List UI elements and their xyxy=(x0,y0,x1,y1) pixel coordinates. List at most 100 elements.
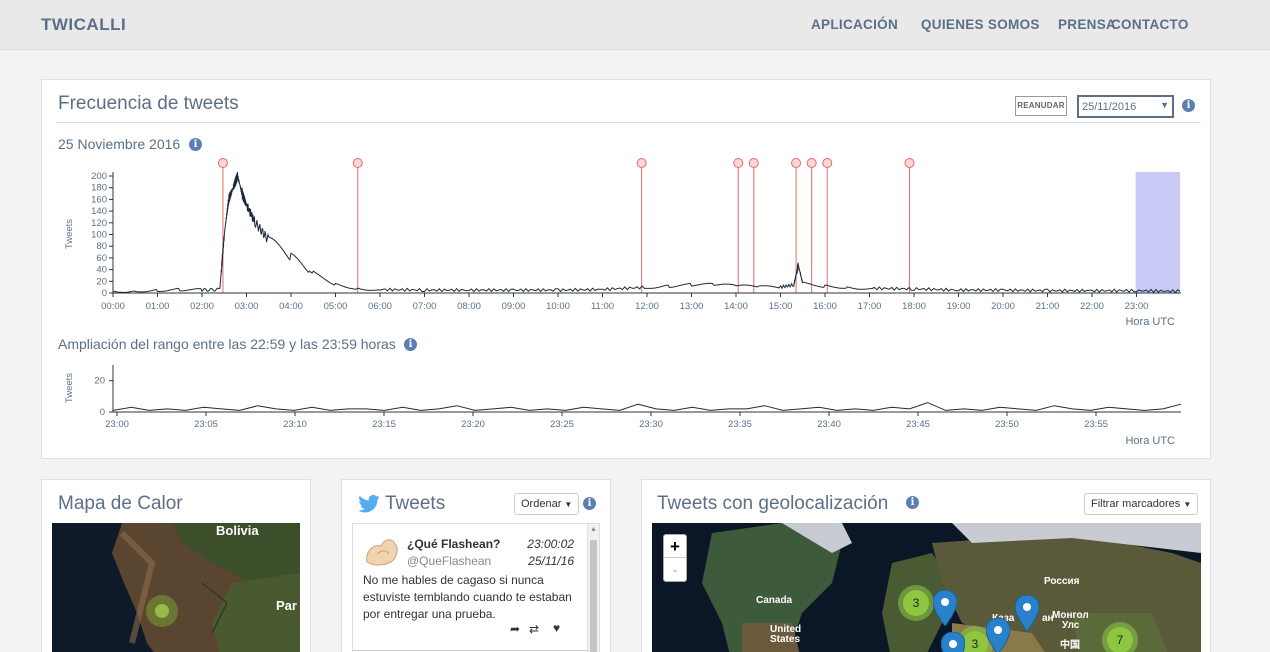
x-tick-label: 22:00 xyxy=(1080,301,1104,312)
x-tick-label: 23:10 xyxy=(283,419,307,430)
marker-cluster[interactable]: 3 xyxy=(898,585,934,621)
map-pin-icon[interactable] xyxy=(986,618,1010,652)
y-tick-label: 180 xyxy=(91,183,107,194)
retweet-icon[interactable]: ⇄ xyxy=(529,622,539,636)
cluster-count: 3 xyxy=(962,631,988,652)
info-icon[interactable]: i xyxy=(1182,99,1195,112)
x-tick-label: 01:00 xyxy=(146,301,170,312)
tweet-author-name[interactable]: ¿Qué Flashean? xyxy=(407,537,500,551)
frequency-panel: Frecuencia de tweets REANUDAR 25/11/2016… xyxy=(41,79,1211,459)
map-label-canada: Canada xyxy=(756,595,793,606)
nav-link-quienes-somos[interactable]: QUIENES SOMOS xyxy=(921,17,1040,32)
series-line xyxy=(112,172,1181,294)
x-tick-label: 07:00 xyxy=(413,301,437,312)
y-axis-label: Tweets xyxy=(64,373,75,403)
event-marker-dot xyxy=(748,158,759,168)
nav-link-prensa[interactable]: PRENSA xyxy=(1058,17,1116,32)
x-tick-label: 23:05 xyxy=(194,419,218,430)
y-tick-label: 80 xyxy=(96,241,107,252)
x-tick-label: 23:15 xyxy=(372,419,396,430)
frequency-title: Frecuencia de tweets xyxy=(58,93,239,114)
map-label-states: States xyxy=(770,634,801,645)
heatmap-panel: Mapa de Calor Bolivia Par xyxy=(41,479,311,652)
x-tick-label: 23:40 xyxy=(817,419,841,430)
event-marker-dot xyxy=(733,158,744,168)
filter-markers-dropdown[interactable]: Filtrar marcadores ▼ xyxy=(1084,493,1199,515)
map-pin-icon[interactable] xyxy=(933,590,957,626)
x-tick-label: 02:00 xyxy=(190,301,214,312)
y-tick-label: 0 xyxy=(100,407,105,418)
y-tick-label: 20 xyxy=(96,276,107,287)
zoom-in-button[interactable]: + xyxy=(664,535,686,558)
event-marker-dot xyxy=(791,158,802,168)
tweets-panel: Tweets Ordenar ▼ i ▲ ¿Qué Flashean? @Que… xyxy=(341,479,611,652)
scroll-up-icon[interactable]: ▲ xyxy=(590,526,597,533)
map-pin-icon[interactable] xyxy=(1015,595,1039,631)
x-tick-label: 09:00 xyxy=(502,301,526,312)
info-icon[interactable]: i xyxy=(583,497,596,510)
x-tick-label: 04:00 xyxy=(279,301,303,312)
x-tick-label: 21:00 xyxy=(1036,301,1060,312)
event-marker-dot xyxy=(636,158,647,168)
x-tick-label: 23:50 xyxy=(995,419,1019,430)
scrollbar[interactable]: ▲ xyxy=(587,524,599,652)
x-tick-label: 11:00 xyxy=(591,301,614,312)
tweet-divider xyxy=(353,650,589,651)
y-tick-label: 120 xyxy=(91,218,107,229)
brand-logo[interactable]: TWICALLI xyxy=(41,15,126,35)
y-tick-label: 40 xyxy=(96,265,107,276)
marker-cluster[interactable]: 7 xyxy=(1102,622,1138,652)
info-icon[interactable]: i xyxy=(404,338,417,351)
zoom-range-title: Ampliación del rango entre las 22:59 y l… xyxy=(58,336,396,352)
y-axis-label: Tweets xyxy=(64,219,75,249)
x-tick-label: 15:00 xyxy=(769,301,793,312)
x-tick-label: 23:00 xyxy=(1125,301,1149,312)
geo-map[interactable]: + - Россия Canada United States Монгол У… xyxy=(652,523,1201,652)
y-tick-label: 200 xyxy=(91,171,107,182)
x-tick-label: 23:30 xyxy=(639,419,663,430)
scroll-thumb[interactable] xyxy=(590,540,597,652)
map-label-russia: Россия xyxy=(1044,576,1080,587)
resume-button[interactable]: REANUDAR xyxy=(1015,96,1067,116)
map-label-bolivia: Bolivia xyxy=(216,523,259,538)
zoom-range-chart[interactable]: 0 20 23:00 23:05 23:10 23:15 23:20 23:25 23:30 23… xyxy=(42,355,1210,455)
info-icon[interactable]: i xyxy=(906,496,919,509)
x-tick-label: 23:55 xyxy=(1084,419,1108,430)
heatmap-terrain xyxy=(52,523,300,652)
x-tick-label: 10:00 xyxy=(546,301,570,312)
map-label-paraguay: Par xyxy=(276,598,297,613)
like-icon[interactable]: ♥ xyxy=(553,621,560,635)
tweet-date: 25/11/16 xyxy=(528,554,574,568)
nav-link-aplicacion[interactable]: APLICACIÓN xyxy=(811,17,898,32)
x-tick-label: 03:00 xyxy=(235,301,259,312)
cluster-count: 3 xyxy=(903,590,929,616)
reply-icon[interactable]: ➦ xyxy=(510,622,520,636)
nav-link-contacto[interactable]: CONTACTO xyxy=(1111,17,1189,32)
y-tick-label: 140 xyxy=(91,206,107,217)
date-picker[interactable]: 25/11/2016 ▼ xyxy=(1077,95,1174,118)
x-tick-label: 06:00 xyxy=(368,301,392,312)
tweets-title: Tweets xyxy=(385,493,446,514)
tweet-avatar[interactable] xyxy=(363,534,401,568)
tweet-author-handle[interactable]: @QueFlashean xyxy=(407,554,491,568)
map-label-kazakhstan-2: ан xyxy=(1042,613,1054,624)
tweet-frequency-chart[interactable]: 020406080100120140160180200 00:00 01:00 02:… xyxy=(42,150,1210,340)
tweet-list[interactable]: ▲ ¿Qué Flashean? @QueFlashean 23:00:02 2… xyxy=(352,523,600,652)
top-navbar: TWICALLI APLICACIÓN QUIENES SOMOS PRENSA… xyxy=(0,0,1270,50)
map-pin-icon[interactable] xyxy=(941,632,965,652)
y-tick-label: 60 xyxy=(96,253,107,264)
chevron-down-icon: ▼ xyxy=(1160,100,1169,110)
heatmap-map[interactable]: Bolivia Par xyxy=(52,523,300,652)
zoom-out-button[interactable]: - xyxy=(664,559,686,582)
event-marker-dot xyxy=(806,158,817,168)
x-tick-label: 00:00 xyxy=(101,301,125,312)
tweet-text: No me hables de cagaso si nunca estuvist… xyxy=(363,573,572,621)
x-tick-label: 18:00 xyxy=(902,301,926,312)
date-value: 25/11/2016 xyxy=(1082,101,1137,113)
x-axis-unit-label: Hora UTC xyxy=(1125,435,1175,447)
x-tick-label: 23:20 xyxy=(461,419,485,430)
order-dropdown[interactable]: Ordenar ▼ xyxy=(514,493,580,515)
twitter-bird-icon xyxy=(358,495,380,513)
tweet-time: 23:00:02 xyxy=(527,537,574,551)
event-marker-dot xyxy=(352,158,363,168)
